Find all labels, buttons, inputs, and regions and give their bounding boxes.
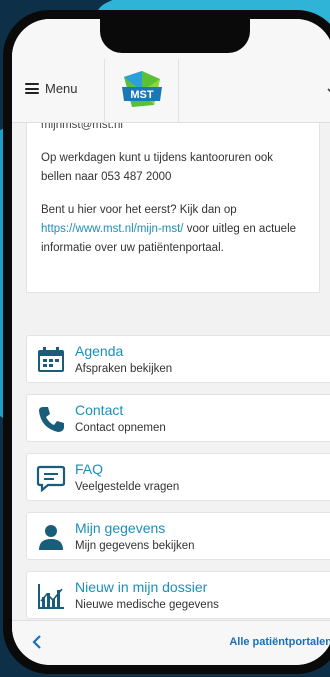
menu-item-faq[interactable]: FAQ Veelgestelde vragen xyxy=(26,453,330,501)
bottom-bar: Alle patiëntportalen xyxy=(12,620,330,665)
menu-item-mijn-gegevens[interactable]: Mijn gegevens Mijn gegevens bekijken xyxy=(26,512,330,560)
app-screen: Menu MST mijnmst@mst.nl Op werkdagen kun… xyxy=(12,19,330,665)
phone-info-text: Op werkdagen kunt u tijdens kantooruren … xyxy=(41,152,274,183)
menu-item-title: Agenda xyxy=(75,343,124,359)
menu-list: Agenda Afspraken bekijken Contact Contac… xyxy=(26,335,330,630)
top-navigation-bar: Menu MST xyxy=(12,59,330,123)
chart-icon xyxy=(38,584,64,609)
main-content: mijnmst@mst.nl Op werkdagen kunt u tijde… xyxy=(12,123,330,665)
divider xyxy=(178,59,179,123)
first-time-info: Bent u hier voor het eerst? Kijk dan op … xyxy=(41,201,305,258)
mst-logo[interactable]: MST xyxy=(120,71,164,109)
chevron-left-icon[interactable] xyxy=(30,634,44,650)
email-text: mijnmst@mst.nl xyxy=(41,123,123,131)
phone-icon xyxy=(39,407,64,432)
menu-item-subtitle: Veelgestelde vragen xyxy=(75,481,180,493)
divider xyxy=(104,59,105,123)
menu-item-agenda[interactable]: Agenda Afspraken bekijken xyxy=(26,335,330,383)
phone-frame: Menu MST mijnmst@mst.nl Op werkdagen kun… xyxy=(3,10,330,674)
hamburger-icon xyxy=(25,83,39,94)
chat-icon xyxy=(36,465,66,493)
phone-notch xyxy=(100,19,250,53)
menu-item-title: Mijn gegevens xyxy=(75,520,166,536)
menu-item-subtitle: Contact opnemen xyxy=(75,422,166,434)
menu-item-nieuw-in-dossier[interactable]: Nieuw in mijn dossier Nieuwe medische ge… xyxy=(26,571,330,619)
menu-item-subtitle: Nieuwe medische gegevens xyxy=(75,599,219,611)
logo-text: MST xyxy=(130,89,154,101)
calendar-icon xyxy=(38,347,64,372)
all-portals-link[interactable]: Alle patiëntportalen xyxy=(229,636,330,648)
menu-label: Menu xyxy=(45,81,78,96)
menu-item-title: Contact xyxy=(75,402,124,418)
menu-item-subtitle: Afspraken bekijken xyxy=(75,363,173,375)
chevron-down-icon[interactable] xyxy=(326,85,330,97)
info-card: mijnmst@mst.nl Op werkdagen kunt u tijde… xyxy=(26,123,320,293)
menu-item-contact[interactable]: Contact Contact opnemen xyxy=(26,394,330,442)
menu-item-title: Nieuw in mijn dossier xyxy=(75,579,208,595)
first-time-text: Bent u hier voor het eerst? Kijk dan op xyxy=(41,204,237,216)
mijn-mst-link[interactable]: https://www.mst.nl/mijn-mst/ xyxy=(41,223,184,235)
menu-item-title: FAQ xyxy=(75,461,104,477)
menu-button[interactable]: Menu xyxy=(25,81,78,96)
menu-item-subtitle: Mijn gegevens bekijken xyxy=(75,540,195,552)
person-icon xyxy=(39,525,63,550)
